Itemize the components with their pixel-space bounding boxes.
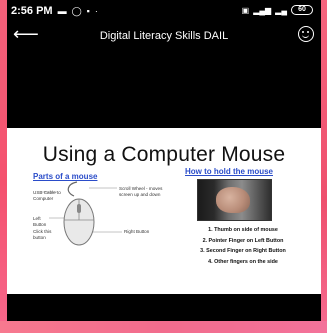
sim-icon: ▣	[241, 5, 250, 15]
right-button-label: Right Button	[124, 229, 150, 234]
app-bar: ⟵ Digital Literacy Skills DAIL	[7, 22, 321, 50]
step-item: 4. Other fingers on the side	[208, 258, 278, 265]
whatsapp-icon: ◯	[71, 5, 82, 16]
slide-image: Using a Computer Mouse Parts of a mouse …	[7, 128, 321, 294]
signal-2-icon: ▂▄	[275, 5, 287, 15]
step-item: 3. Second Finger on Right Button	[200, 248, 286, 254]
hold-heading: How to hold the mouse	[185, 167, 273, 176]
usb-cable-label: USB Cable to Computer	[33, 190, 61, 201]
hand-in-photo	[216, 187, 250, 213]
steps-list: 1. Thumb on side of mouse 2. Pointer Fin…	[191, 227, 295, 269]
status-bar: 2:56 PM ▬ ◯ ▪ · ▣ ▂▄▆ ▂▄ 60	[7, 0, 321, 22]
status-time: 2:56 PM	[11, 5, 53, 17]
scroll-wheel-label: Scroll Wheel - moves screen up and down	[119, 186, 163, 197]
gallery-icon: ▪	[86, 6, 90, 16]
smiley-icon[interactable]	[298, 26, 314, 42]
step-item: 1. Thumb on side of mouse	[208, 227, 278, 233]
battery-icon: 60	[291, 5, 313, 15]
phone-screen: 2:56 PM ▬ ◯ ▪ · ▣ ▂▄▆ ▂▄ 60 ⟵ Digital Li…	[7, 0, 321, 321]
hand-on-mouse-photo	[197, 179, 272, 221]
status-right: ▣ ▂▄▆ ▂▄ 60	[242, 5, 313, 15]
step-item: 2. Pointer Finger on Left Button	[202, 237, 284, 244]
dot-icon: ·	[94, 6, 98, 16]
right-pink-border	[321, 0, 327, 333]
message-icon: ▬	[57, 6, 67, 16]
bottom-pink-border	[0, 321, 327, 333]
slide-title: Using a Computer Mouse	[42, 143, 286, 166]
left-pink-border	[0, 0, 7, 333]
click-label: Click this button	[33, 229, 52, 240]
signal-icon: ▂▄▆	[253, 5, 272, 15]
app-title: Digital Literacy Skills DAIL	[99, 30, 229, 42]
left-button-label: Left Button	[33, 216, 47, 227]
